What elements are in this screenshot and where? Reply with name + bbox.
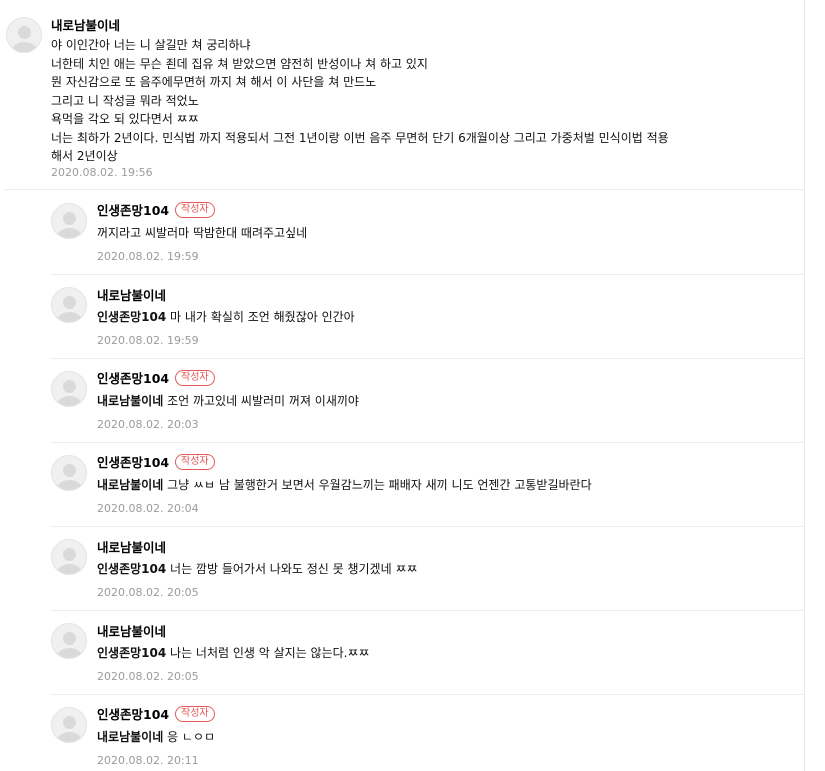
reply-body: 응 ㄴㅇㅁ [163, 730, 216, 744]
comment-text-line: 야 이인간아 너는 니 살길만 쳐 궁리하냐 [51, 38, 251, 52]
avatar[interactable] [6, 17, 42, 53]
comment-text-line: 욕먹을 각오 되 있다면서 ㅉㅉ [51, 112, 199, 126]
reply-text: 인생존망104 나는 너처럼 인생 악 살지는 않는다.ㅉㅉ [97, 644, 370, 663]
divider [51, 442, 804, 443]
author-badge: 작성자 [175, 454, 215, 470]
comment-text: 야 이인간아 너는 니 살길만 쳐 궁리하냐 너한테 치인 애는 무슨 죈데 집… [51, 36, 669, 166]
divider [51, 610, 804, 611]
reply-body: 그냥 ㅆㅂ 남 불행한거 보면서 우월감느끼는 패배자 새끼 니도 언젠간 고통… [163, 478, 592, 492]
content-border [804, 0, 805, 771]
reply-author[interactable]: 인생존망104 [97, 455, 169, 471]
divider [51, 358, 804, 359]
reply-body: 나는 너처럼 인생 악 살지는 않는다.ㅉㅉ [166, 646, 370, 660]
comment-text-line: 너는 최하가 2년이다. 민식법 까지 적용되서 그전 1년이랑 이번 음주 무… [51, 130, 669, 145]
reply-mention[interactable]: 내로남불이네 [97, 478, 163, 492]
divider [4, 189, 804, 190]
comment-text-line: 그리고 니 작성글 뭐라 적었노 [51, 93, 199, 108]
reply-date: 2020.08.02. 20:04 [97, 502, 199, 515]
reply-date: 2020.08.02. 20:05 [97, 586, 199, 599]
avatar[interactable] [51, 287, 87, 323]
avatar[interactable] [51, 539, 87, 575]
avatar[interactable] [51, 371, 87, 407]
comment-date: 2020.08.02. 19:56 [51, 166, 153, 179]
reply-author[interactable]: 인생존망104 [97, 707, 169, 723]
reply-author[interactable]: 인생존망104 [97, 203, 169, 219]
comment-author[interactable]: 내로남불이네 [51, 18, 120, 34]
author-badge: 작성자 [175, 202, 215, 218]
reply-text: 내로남불이네 응 ㄴㅇㅁ [97, 728, 215, 747]
reply-text: 내로남불이네 조언 까고있네 씨발러미 꺼져 이새끼야 [97, 392, 359, 411]
reply-date: 2020.08.02. 19:59 [97, 250, 199, 263]
reply-date: 2020.08.02. 20:03 [97, 418, 199, 431]
reply-author[interactable]: 인생존망104 [97, 371, 169, 387]
reply-body: 너는 깜방 들어가서 나와도 정신 못 챙기겠네 ㅉㅉ [166, 562, 418, 576]
reply-text: 인생존망104 마 내가 확실히 조언 해줬잖아 인간아 [97, 308, 355, 327]
reply-author[interactable]: 내로남불이네 [97, 288, 166, 304]
reply-body: 마 내가 확실히 조언 해줬잖아 인간아 [166, 310, 355, 324]
reply-author[interactable]: 내로남불이네 [97, 540, 166, 556]
avatar[interactable] [51, 707, 87, 743]
divider [51, 694, 804, 695]
author-badge: 작성자 [175, 370, 215, 386]
reply-date: 2020.08.02. 19:59 [97, 334, 199, 347]
reply-text: 꺼지라고 씨발러마 딱밤한대 때려주고싶네 [97, 224, 307, 243]
avatar[interactable] [51, 455, 87, 491]
reply-date: 2020.08.02. 20:11 [97, 754, 199, 767]
reply-text: 인생존망104 너는 깜방 들어가서 나와도 정신 못 챙기겠네 ㅉㅉ [97, 560, 418, 579]
reply-body: 꺼지라고 씨발러마 딱밤한대 때려주고싶네 [97, 226, 308, 240]
reply-mention[interactable]: 인생존망104 [97, 646, 166, 660]
comment-text-line: 너한테 치인 애는 무슨 죈데 집유 쳐 받았으면 얌전히 반성이나 쳐 하고 … [51, 56, 428, 71]
reply-body: 조언 까고있네 씨발러미 꺼져 이새끼야 [163, 394, 359, 408]
comment-text-line: 해서 2년이상 [51, 149, 118, 163]
reply-mention[interactable]: 내로남불이네 [97, 730, 163, 744]
comment-text-line: 뭔 자신감으로 또 음주에무면허 까지 쳐 해서 이 사단을 쳐 만드노 [51, 75, 377, 89]
avatar[interactable] [51, 203, 87, 239]
reply-author[interactable]: 내로남불이네 [97, 624, 166, 640]
comment-list: 내로남불이네 야 이인간아 너는 니 살길만 쳐 궁리하냐 너한테 치인 애는 … [0, 0, 825, 771]
divider [51, 274, 804, 275]
reply-date: 2020.08.02. 20:05 [97, 670, 199, 683]
reply-mention[interactable]: 인생존망104 [97, 310, 166, 324]
reply-text: 내로남불이네 그냥 ㅆㅂ 남 불행한거 보면서 우월감느끼는 패배자 새끼 니도… [97, 476, 592, 495]
divider [51, 526, 804, 527]
author-badge: 작성자 [175, 706, 215, 722]
avatar[interactable] [51, 623, 87, 659]
reply-mention[interactable]: 인생존망104 [97, 562, 166, 576]
reply-mention[interactable]: 내로남불이네 [97, 394, 163, 408]
